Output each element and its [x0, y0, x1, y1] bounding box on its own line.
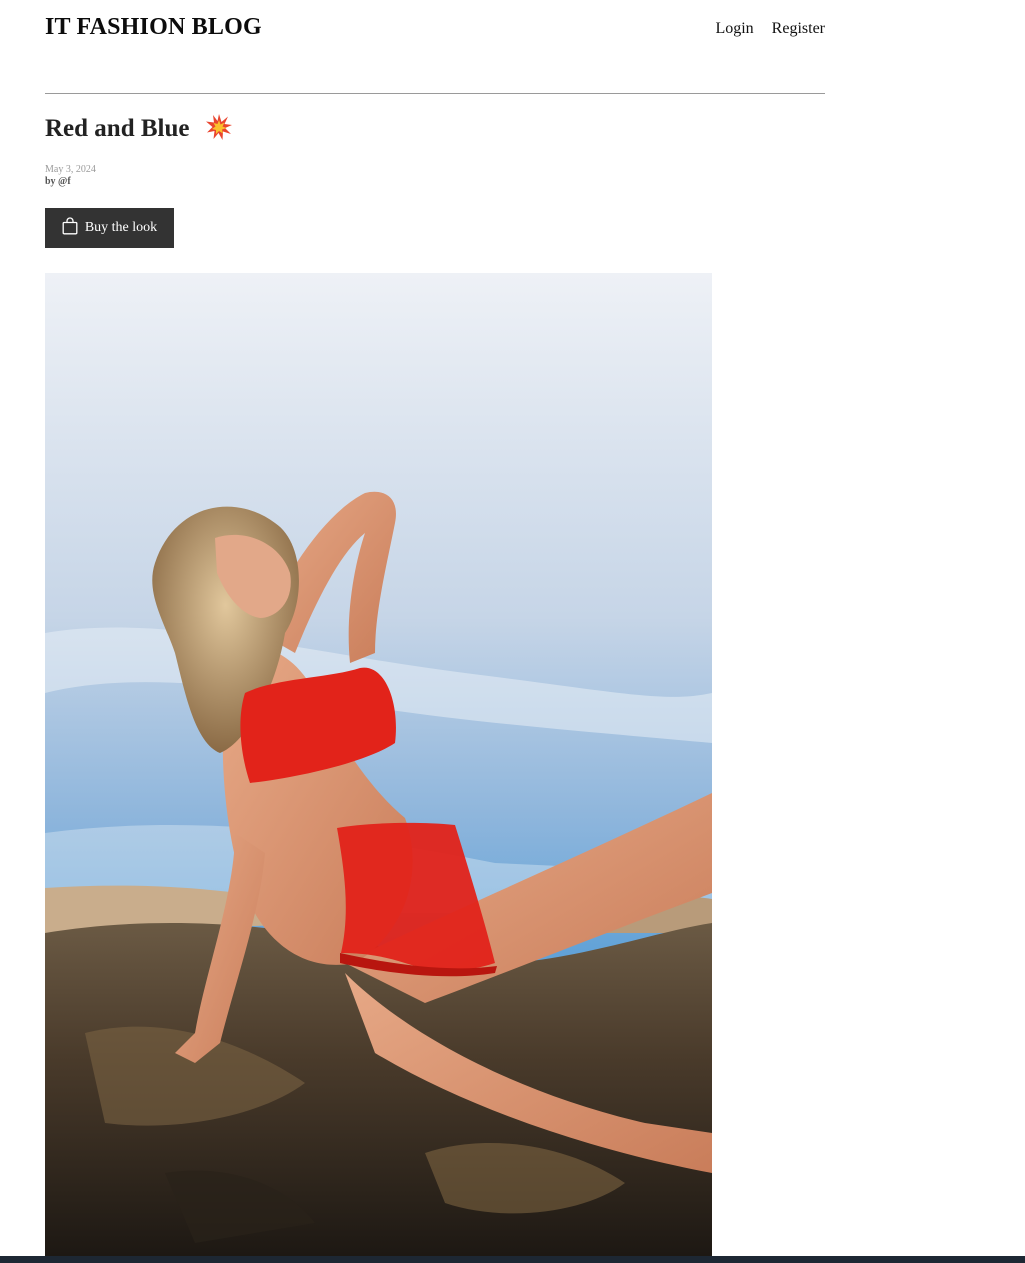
collision-icon — [205, 114, 232, 147]
post-title-text: Red and Blue — [45, 115, 190, 142]
site-title-link[interactable]: IT FASHION BLOG — [45, 14, 262, 41]
buy-the-look-label: Buy the look — [84, 220, 158, 235]
os-taskbar — [0, 1256, 1025, 1263]
buy-the-look-button[interactable]: Buy the look — [45, 208, 174, 248]
register-link[interactable]: Register — [772, 20, 825, 37]
shopping-bag-icon — [62, 216, 78, 240]
post-date: May 3, 2024 — [45, 164, 96, 175]
header-divider — [45, 93, 825, 94]
post-photo — [45, 273, 712, 1256]
login-link[interactable]: Login — [715, 20, 753, 37]
post-meta: May 3, 2024 by @f — [45, 164, 96, 188]
page: IT FASHION BLOG Login Register Red and B… — [0, 0, 1025, 1263]
post-author: by @f — [45, 176, 71, 187]
top-nav: Login Register — [701, 20, 825, 38]
post-title: Red and Blue — [45, 114, 232, 147]
site-header: IT FASHION BLOG Login Register — [45, 14, 825, 54]
